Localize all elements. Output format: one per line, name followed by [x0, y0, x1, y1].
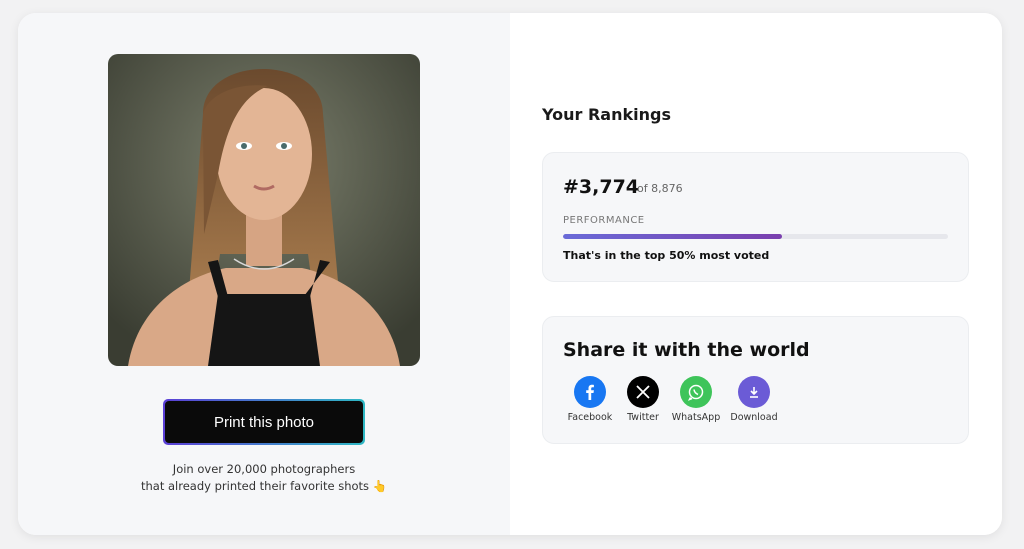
share-label-download: Download — [730, 412, 778, 423]
ranking-card: #3,774 of 8,876 PERFORMANCE That's in th… — [542, 152, 969, 282]
share-title: Share it with the world — [563, 339, 810, 361]
photo-pane: Print this photo Join over 20,000 photog… — [18, 13, 510, 535]
whatsapp-icon — [680, 376, 712, 408]
x-icon — [627, 376, 659, 408]
share-card: Share it with the world Facebook Twitter — [542, 316, 969, 444]
share-label-twitter: Twitter — [627, 412, 659, 423]
join-message: Join over 20,000 photographers that alre… — [18, 461, 510, 495]
performance-bar-fill — [563, 234, 783, 239]
performance-label: PERFORMANCE — [563, 215, 645, 226]
share-twitter-button[interactable]: Twitter — [613, 376, 673, 423]
rankings-pane: Your Rankings #3,774 of 8,876 PERFORMANC… — [510, 13, 1002, 535]
result-card: Print this photo Join over 20,000 photog… — [18, 13, 1002, 535]
share-facebook-button[interactable]: Facebook — [560, 376, 620, 423]
share-whatsapp-button[interactable]: WhatsApp — [666, 376, 726, 423]
rank-total: of 8,876 — [637, 182, 683, 195]
facebook-icon — [574, 376, 606, 408]
share-label-facebook: Facebook — [567, 412, 613, 423]
join-line-1: Join over 20,000 photographers — [172, 462, 356, 476]
rank-number: #3,774 — [563, 176, 640, 198]
print-photo-button[interactable]: Print this photo — [163, 399, 365, 445]
join-line-2: that already printed their favorite shot… — [140, 479, 387, 493]
rankings-title: Your Rankings — [542, 105, 671, 124]
share-label-whatsapp: WhatsApp — [671, 412, 721, 423]
performance-bar — [563, 234, 948, 239]
performance-note: That's in the top 50% most voted — [563, 249, 770, 262]
print-photo-label: Print this photo — [165, 401, 363, 443]
portrait-photo — [108, 54, 420, 366]
share-download-button[interactable]: Download — [724, 376, 784, 423]
download-icon — [738, 376, 770, 408]
